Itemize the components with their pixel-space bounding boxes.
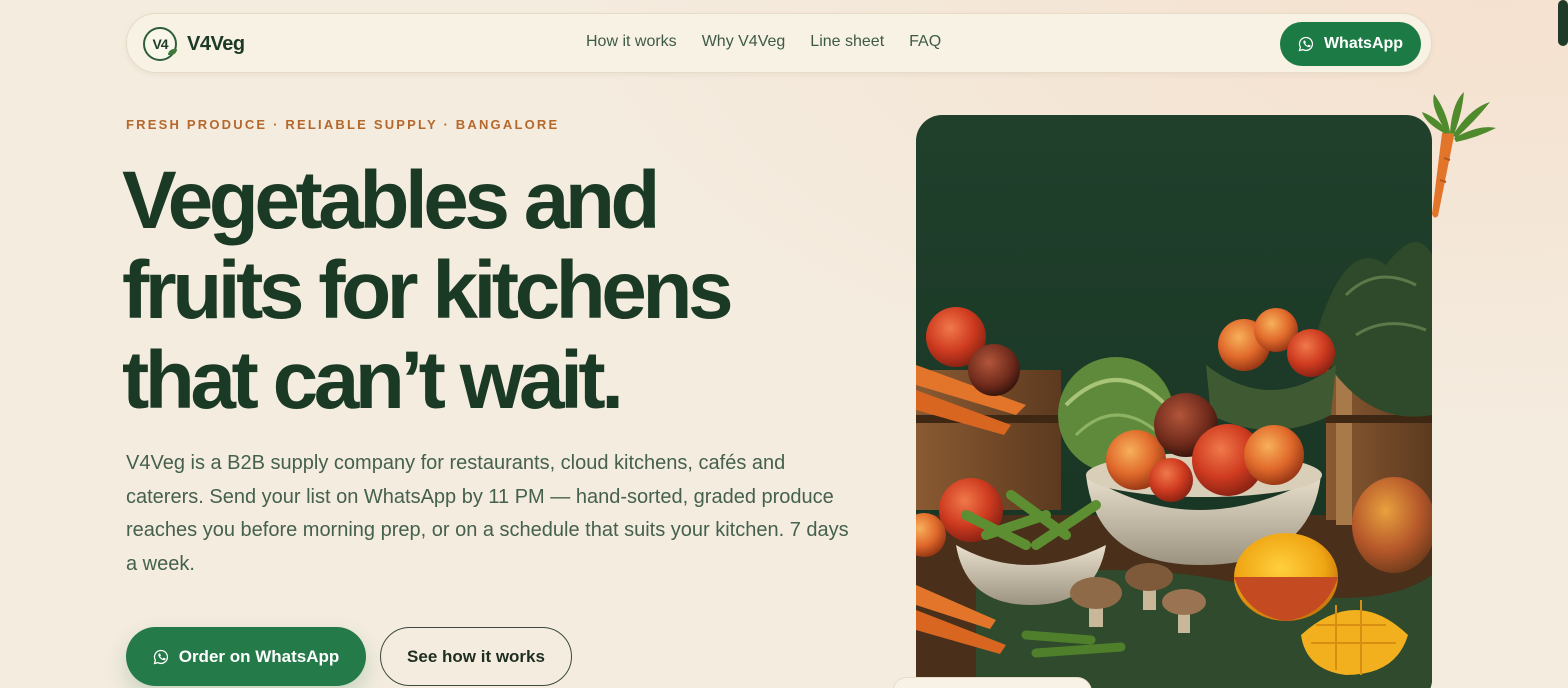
nav-link-line-sheet[interactable]: Line sheet — [810, 33, 884, 51]
headline-line-3: that can’t wait. — [122, 335, 624, 426]
headline-line-2: fruits for kitchens — [122, 245, 734, 336]
see-how-it-works-label: See how it works — [407, 646, 545, 666]
leaf-icon — [168, 49, 177, 55]
nav-link-why-v4veg[interactable]: Why V4Veg — [702, 33, 786, 51]
hero-description: V4Veg is a B2B supply company for restau… — [126, 452, 849, 575]
hero-headline: Vegetables and fruits for kitchens that … — [122, 156, 842, 426]
brand-logo[interactable]: V4 V4Veg — [143, 27, 245, 61]
whatsapp-icon — [153, 649, 168, 664]
floating-info-card — [892, 677, 1092, 688]
produce-illustration — [916, 242, 1432, 688]
logo-mark: V4 — [143, 27, 177, 61]
whatsapp-nav-button[interactable]: WhatsApp — [1280, 22, 1421, 66]
nav-links: How it works Why V4Veg Line sheet FAQ — [586, 33, 941, 51]
order-on-whatsapp-button[interactable]: Order on WhatsApp — [126, 627, 366, 686]
whatsapp-icon — [1298, 36, 1314, 52]
nav-link-faq[interactable]: FAQ — [909, 33, 941, 51]
logo-mark-text: V4 — [152, 36, 168, 52]
whatsapp-nav-label: WhatsApp — [1323, 35, 1404, 52]
brand-name: V4Veg — [187, 32, 245, 55]
hero-eyebrow: FRESH PRODUCE · RELIABLE SUPPLY · BANGAL… — [126, 117, 560, 132]
top-navbar: V4 V4Veg How it works Why V4Veg Line she… — [126, 13, 1432, 73]
hero-produce-image — [916, 115, 1432, 688]
order-on-whatsapp-label: Order on WhatsApp — [178, 646, 340, 666]
page-scrollbar[interactable] — [1558, 0, 1568, 46]
see-how-it-works-button[interactable]: See how it works — [380, 627, 572, 686]
nav-link-how-it-works[interactable]: How it works — [586, 33, 677, 51]
headline-line-1: Vegetables and — [122, 155, 661, 246]
carrot-icon — [1422, 92, 1496, 218]
